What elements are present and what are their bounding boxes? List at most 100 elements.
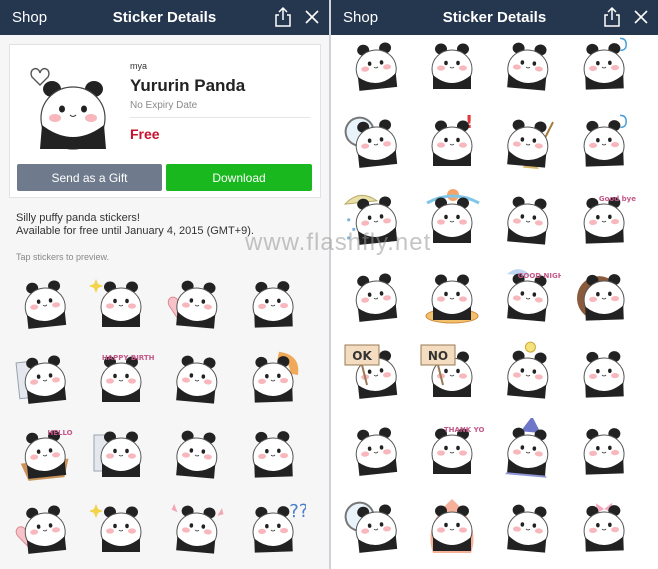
panda-sticker-icon <box>425 274 479 324</box>
panda-sticker-icon <box>507 119 554 170</box>
panda-sticker-icon <box>583 502 625 552</box>
panda-sticker-icon <box>430 499 474 553</box>
panda-sticker-icon <box>93 431 142 477</box>
sticker-item[interactable] <box>571 264 637 324</box>
panda-sticker-icon <box>583 351 625 398</box>
sticker-item[interactable] <box>571 110 637 170</box>
sticker-item[interactable] <box>88 271 154 331</box>
nav-bar: Shop Sticker Details <box>0 0 329 35</box>
panda-sticker-icon <box>15 505 67 554</box>
sticker-item[interactable]: GOOD NIGHT <box>495 264 561 324</box>
sticker-item[interactable] <box>419 495 485 555</box>
sticker-item[interactable] <box>571 418 637 478</box>
svg-text:OK: OK <box>352 349 372 363</box>
sticker-item[interactable] <box>88 421 154 481</box>
panda-sticker-icon <box>504 418 549 478</box>
close-icon[interactable] <box>304 9 320 25</box>
sticker-item[interactable] <box>571 341 637 401</box>
panda-sticker-icon <box>344 116 398 168</box>
panda-sticker-icon <box>507 196 549 245</box>
panda-sticker-icon <box>176 430 218 479</box>
panda-sticker-icon <box>176 355 218 404</box>
panda-sticker-icon <box>252 431 294 478</box>
sticker-item[interactable] <box>12 496 78 556</box>
sticker-item[interactable] <box>495 341 561 401</box>
sticker-item[interactable] <box>495 110 561 170</box>
share-icon[interactable] <box>602 6 622 28</box>
sticker-item[interactable]: ?? <box>240 496 306 556</box>
svg-text:??: ?? <box>289 501 306 523</box>
description-line: Silly puffy panda stickers! <box>16 212 140 224</box>
divider <box>130 117 310 118</box>
panda-sticker-icon <box>507 341 549 399</box>
preview-hint: Tap stickers to preview. <box>16 252 110 262</box>
panda-sticker-icon: OK <box>344 344 398 399</box>
sticker-details-screen-right: Shop Sticker Details ! Good bye! GOOD NIGH… <box>331 0 658 569</box>
sticker-item[interactable] <box>240 271 306 331</box>
sticker-item[interactable] <box>495 187 561 247</box>
sticker-item[interactable] <box>164 421 230 481</box>
sticker-item[interactable] <box>495 33 561 93</box>
panda-sticker-icon: ?? <box>252 501 306 553</box>
panda-sticker-icon <box>89 504 142 552</box>
svg-text:HELLO: HELLO <box>47 429 72 437</box>
watermark-text: www.flashfly.net <box>245 229 432 256</box>
sticker-item[interactable]: THANK YOU <box>419 418 485 478</box>
panda-sticker-icon <box>344 501 398 553</box>
sticker-item[interactable] <box>495 418 561 478</box>
panda-sticker-icon <box>431 43 473 89</box>
sticker-item[interactable]: NO <box>419 341 485 401</box>
sticker-item[interactable] <box>240 346 306 406</box>
panda-sticker-icon <box>583 37 627 90</box>
sticker-item[interactable] <box>343 264 409 324</box>
sticker-item[interactable]: HELLO <box>12 421 78 481</box>
svg-text:THANK YOU: THANK YOU <box>444 426 485 434</box>
sticker-item[interactable]: Good bye! <box>571 187 637 247</box>
close-icon[interactable] <box>633 9 649 25</box>
panda-sticker-icon <box>507 42 549 91</box>
send-as-gift-button[interactable]: Send as a Gift <box>17 164 162 191</box>
share-icon[interactable] <box>273 6 293 28</box>
creator-name: mya <box>130 61 148 71</box>
sticker-thumbnail <box>30 67 106 150</box>
product-card: mya Yururin Panda No Expiry Date Free Se… <box>9 44 321 198</box>
sticker-item[interactable] <box>240 421 306 481</box>
sticker-item[interactable] <box>12 346 78 406</box>
sticker-item[interactable] <box>164 496 230 556</box>
sticker-item[interactable]: OK <box>343 341 409 401</box>
back-button[interactable]: Shop <box>12 9 47 26</box>
sticker-item[interactable] <box>419 33 485 93</box>
sticker-item[interactable] <box>571 495 637 555</box>
svg-text:Good bye!: Good bye! <box>599 195 637 203</box>
sticker-item[interactable] <box>88 496 154 556</box>
panda-sticker-icon <box>583 428 625 475</box>
panda-sticker-icon <box>355 427 398 476</box>
sticker-item[interactable] <box>343 495 409 555</box>
panda-sticker-icon <box>252 351 299 403</box>
sticker-item[interactable] <box>164 346 230 406</box>
sticker-item[interactable] <box>419 264 485 324</box>
sticker-item[interactable] <box>343 33 409 93</box>
product-name: Yururin Panda <box>130 76 246 95</box>
sticker-item[interactable] <box>343 110 409 170</box>
sticker-item[interactable] <box>571 33 637 93</box>
panda-sticker-icon <box>355 42 398 91</box>
panda-sticker-icon <box>15 355 67 404</box>
panda-sticker-icon: THANK YOU <box>431 426 485 474</box>
back-button[interactable]: Shop <box>343 9 378 26</box>
sticker-item[interactable] <box>164 271 230 331</box>
panda-sticker-icon <box>507 504 549 553</box>
panda-sticker-icon: ! <box>431 112 473 166</box>
download-button[interactable]: Download <box>166 164 312 191</box>
description: Silly puffy panda stickers! Available fo… <box>16 212 254 238</box>
sticker-item[interactable]: HAPPY BIRTHDAY <box>88 346 154 406</box>
description-line: Available for free until January 4, 2015… <box>16 225 254 237</box>
sticker-item[interactable]: ! <box>419 110 485 170</box>
panda-sticker-icon <box>89 279 142 327</box>
panda-sticker-icon <box>355 273 398 322</box>
sticker-item[interactable] <box>495 495 561 555</box>
sticker-item[interactable] <box>343 418 409 478</box>
panda-sticker-icon: NO <box>420 344 473 397</box>
panda-sticker-icon <box>252 281 294 328</box>
sticker-item[interactable] <box>12 271 78 331</box>
